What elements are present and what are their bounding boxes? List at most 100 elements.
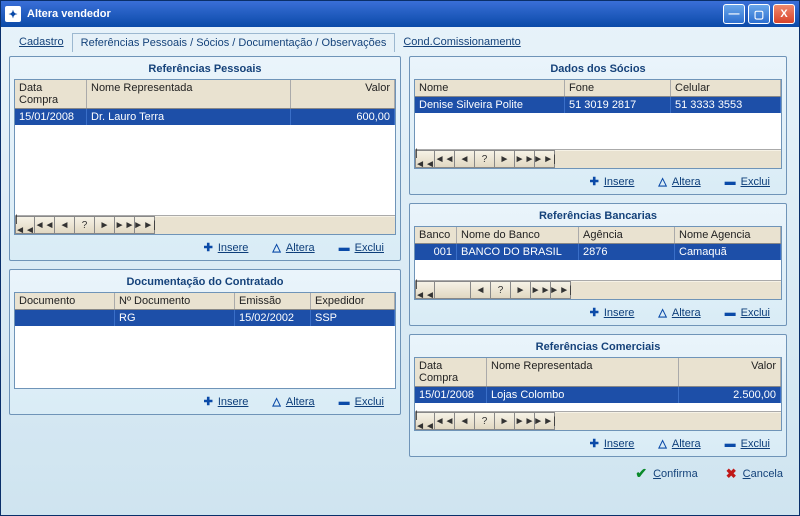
insere-button[interactable]: ✚Insere bbox=[590, 437, 635, 450]
minus-icon: ▬ bbox=[339, 396, 350, 408]
close-button[interactable]: X bbox=[773, 4, 795, 24]
nav-prev[interactable]: ◄ bbox=[55, 216, 75, 234]
col-agencia: Agência bbox=[579, 227, 675, 243]
nav-prev[interactable]: ◄ bbox=[455, 412, 475, 430]
col-valor: Valor bbox=[679, 358, 781, 386]
insere-button[interactable]: ✚Insere bbox=[204, 395, 249, 408]
nav-next[interactable]: ► bbox=[495, 412, 515, 430]
altera-button[interactable]: △Altera bbox=[658, 175, 700, 188]
nav-nextpage[interactable]: ►► bbox=[531, 281, 551, 299]
maximize-button[interactable]: ▢ bbox=[748, 4, 770, 24]
panel-title: Referências Bancarias bbox=[414, 208, 782, 226]
nav-last[interactable]: ►►| bbox=[535, 150, 555, 168]
nav-query[interactable]: ? bbox=[475, 150, 495, 168]
nav-prevpage[interactable]: ◄◄ bbox=[35, 216, 55, 234]
plus-icon: ✚ bbox=[590, 306, 599, 319]
plus-icon: ✚ bbox=[204, 395, 213, 408]
nav-nextpage[interactable]: ►► bbox=[515, 412, 535, 430]
exclui-button[interactable]: ▬Exclui bbox=[725, 175, 770, 188]
col-nome: Nome bbox=[415, 80, 565, 96]
nav-last[interactable]: ►►| bbox=[135, 216, 155, 234]
tab-comissionamento[interactable]: Cond.Comissionamento bbox=[395, 33, 528, 52]
col-nome-rep: Nome Representada bbox=[87, 80, 291, 108]
col-nome-banco: Nome do Banco bbox=[457, 227, 579, 243]
nav-first[interactable]: |◄◄ bbox=[15, 216, 35, 234]
minus-icon: ▬ bbox=[725, 307, 736, 319]
minimize-button[interactable]: — bbox=[723, 4, 745, 24]
nav-prev[interactable]: ◄ bbox=[455, 150, 475, 168]
table-row[interactable]: 15/01/2008 Dr. Lauro Terra 600,00 bbox=[15, 109, 395, 125]
insere-button[interactable]: ✚Insere bbox=[590, 306, 635, 319]
body: Referências Pessoais Data Compra Nome Re… bbox=[1, 52, 799, 457]
minus-icon: ▬ bbox=[339, 242, 350, 254]
nav-prevpage[interactable]: ◄◄ bbox=[435, 412, 455, 430]
footer: ✔Confirma ✖Cancela bbox=[1, 457, 799, 490]
titlebar: ✦ Altera vendedor — ▢ X bbox=[1, 1, 799, 27]
minus-icon: ▬ bbox=[725, 176, 736, 188]
nav-query[interactable]: ? bbox=[491, 281, 511, 299]
nav-nextpage[interactable]: ►► bbox=[515, 150, 535, 168]
grid-bancarias: Banco Nome do Banco Agência Nome Agencia… bbox=[414, 226, 782, 300]
panel-ref-pessoais: Referências Pessoais Data Compra Nome Re… bbox=[9, 56, 401, 261]
panel-ref-comerciais: Referências Comerciais Data Compra Nome … bbox=[409, 334, 787, 457]
exclui-button[interactable]: ▬Exclui bbox=[339, 241, 384, 254]
col-num-doc: Nº Documento bbox=[115, 293, 235, 309]
nav-prevpage[interactable]: ◄◄ bbox=[435, 150, 455, 168]
panel-title: Dados dos Sócios bbox=[414, 61, 782, 79]
panel-ref-bancarias: Referências Bancarias Banco Nome do Banc… bbox=[409, 203, 787, 326]
nav-nextpage[interactable]: ►► bbox=[115, 216, 135, 234]
col-expedidor: Expedidor bbox=[311, 293, 395, 309]
altera-button[interactable]: △Altera bbox=[658, 306, 700, 319]
grid-socios: Nome Fone Celular Denise Silveira Polite… bbox=[414, 79, 782, 169]
plus-icon: ✚ bbox=[590, 437, 599, 450]
tab-referencias[interactable]: Referências Pessoais / Sócios / Document… bbox=[72, 33, 396, 52]
table-row[interactable]: 001 BANCO DO BRASIL 2876 Camaquã bbox=[415, 244, 781, 260]
minus-icon: ▬ bbox=[725, 438, 736, 450]
altera-button[interactable]: △Altera bbox=[272, 241, 314, 254]
panel-title: Documentação do Contratado bbox=[14, 274, 396, 292]
col-emissao: Emissão bbox=[235, 293, 311, 309]
nav-first[interactable]: |◄◄ bbox=[415, 281, 435, 299]
window-title: Altera vendedor bbox=[27, 8, 111, 20]
tab-bar: Cadastro Referências Pessoais / Sócios /… bbox=[1, 27, 799, 52]
insere-button[interactable]: ✚Insere bbox=[204, 241, 249, 254]
table-row[interactable]: RG 15/02/2002 SSP bbox=[15, 310, 395, 326]
confirma-button[interactable]: ✔Confirma bbox=[635, 465, 697, 482]
col-documento: Documento bbox=[15, 293, 115, 309]
grid-ref-pessoais: Data Compra Nome Representada Valor 15/0… bbox=[14, 79, 396, 235]
col-nome-agencia: Nome Agencia bbox=[675, 227, 781, 243]
exclui-button[interactable]: ▬Exclui bbox=[725, 437, 770, 450]
table-row[interactable]: 15/01/2008 Lojas Colombo 2.500,00 bbox=[415, 387, 781, 403]
nav-query[interactable]: ? bbox=[475, 412, 495, 430]
col-banco: Banco bbox=[415, 227, 457, 243]
plus-icon: ✚ bbox=[204, 241, 213, 254]
nav-last[interactable]: ►►| bbox=[551, 281, 571, 299]
panel-dados-socios: Dados dos Sócios Nome Fone Celular Denis… bbox=[409, 56, 787, 195]
triangle-icon: △ bbox=[658, 437, 666, 450]
nav-query[interactable]: ? bbox=[75, 216, 95, 234]
grid-doc-contratado: Documento Nº Documento Emissão Expedidor… bbox=[14, 292, 396, 389]
col-nome-rep: Nome Representada bbox=[487, 358, 679, 386]
table-row[interactable]: Denise Silveira Polite 51 3019 2817 51 3… bbox=[415, 97, 781, 113]
nav-first[interactable]: |◄◄ bbox=[415, 412, 435, 430]
panel-doc-contratado: Documentação do Contratado Documento Nº … bbox=[9, 269, 401, 415]
triangle-icon: △ bbox=[658, 306, 666, 319]
altera-button[interactable]: △Altera bbox=[272, 395, 314, 408]
altera-button[interactable]: △Altera bbox=[658, 437, 700, 450]
grid-nav: |◄◄ ◄◄ ◄ ? ► ►► ►►| bbox=[15, 215, 395, 234]
nav-next[interactable]: ► bbox=[511, 281, 531, 299]
nav-next[interactable]: ► bbox=[95, 216, 115, 234]
nav-prev[interactable]: ◄ bbox=[471, 281, 491, 299]
check-icon: ✔ bbox=[635, 465, 647, 482]
col-data-compra: Data Compra bbox=[415, 358, 487, 386]
nav-last[interactable]: ►►| bbox=[535, 412, 555, 430]
exclui-button[interactable]: ▬Exclui bbox=[725, 306, 770, 319]
panel-title: Referências Pessoais bbox=[14, 61, 396, 79]
triangle-icon: △ bbox=[272, 241, 280, 254]
nav-next[interactable]: ► bbox=[495, 150, 515, 168]
nav-first[interactable]: |◄◄ bbox=[415, 150, 435, 168]
cancela-button[interactable]: ✖Cancela bbox=[726, 465, 783, 482]
tab-cadastro[interactable]: Cadastro bbox=[11, 33, 72, 52]
exclui-button[interactable]: ▬Exclui bbox=[339, 395, 384, 408]
insere-button[interactable]: ✚Insere bbox=[590, 175, 635, 188]
